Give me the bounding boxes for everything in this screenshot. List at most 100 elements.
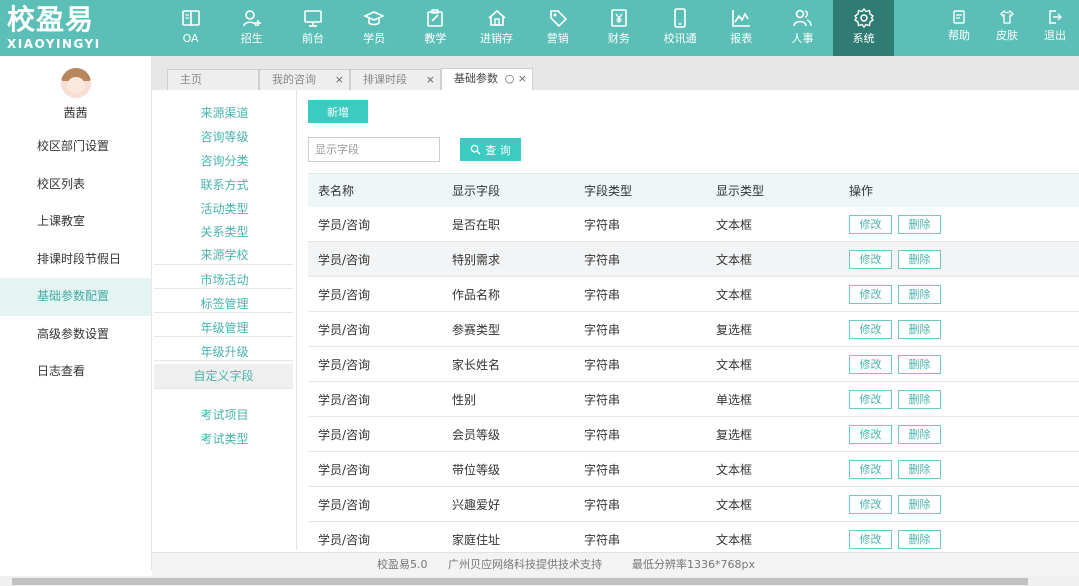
nav-item-label: 招生 xyxy=(240,32,263,45)
sidebar: 茜茜 校区部门设置 校区列表 上课教室 排课时段节假日 基础参数配置 高级参数设置 日志查看 xyxy=(0,56,152,570)
table-cell: 学员/咨询 xyxy=(318,322,371,337)
nav-item-2[interactable]: 前台 xyxy=(282,0,343,56)
delete-button[interactable]: 删除 xyxy=(898,354,941,374)
submenu-item-12[interactable]: 考试项目 xyxy=(152,403,297,427)
home-icon xyxy=(488,9,506,26)
tab-3[interactable]: 基础参数 ○ × xyxy=(441,68,533,90)
tab-2[interactable]: 排课时段 × xyxy=(350,69,441,90)
delete-button[interactable]: 删除 xyxy=(898,214,941,234)
delete-button[interactable]: 删除 xyxy=(898,459,941,479)
submenu-item-1[interactable]: 咨询等级 xyxy=(152,125,297,149)
right-nav-item-2[interactable]: 退出 xyxy=(1031,0,1079,56)
sidebar-item-6[interactable]: 日志查看 xyxy=(0,353,151,391)
tab-close-icon[interactable]: × xyxy=(335,70,344,90)
submenu-item-3[interactable]: 联系方式 xyxy=(152,173,297,197)
right-nav-item-1[interactable]: 皮肤 xyxy=(983,0,1031,56)
tab-close-icon[interactable]: ○ × xyxy=(505,69,527,89)
delete-button[interactable]: 删除 xyxy=(898,494,941,514)
delete-button[interactable]: 删除 xyxy=(898,389,941,409)
delete-button[interactable]: 删除 xyxy=(898,284,941,304)
table-cell: 学员/咨询 xyxy=(318,392,371,407)
nav-item-5[interactable]: 进销存 xyxy=(466,0,527,56)
table-cell: 家庭住址 xyxy=(452,532,501,547)
book-icon xyxy=(181,10,200,26)
table-cell: 文本框 xyxy=(716,287,753,302)
edit-button[interactable]: 修改 xyxy=(849,354,892,374)
tab-0[interactable]: 主页 xyxy=(167,69,259,90)
horizontal-scrollbar[interactable] xyxy=(0,576,1079,586)
edit-button[interactable]: 修改 xyxy=(849,214,892,234)
table-cell: 性别 xyxy=(452,392,477,407)
table-cell: 学员/咨询 xyxy=(318,252,371,267)
submenu-item-4[interactable]: 活动类型 xyxy=(152,197,297,221)
edit-button[interactable]: 修改 xyxy=(849,529,892,549)
nav-item-0[interactable]: OA xyxy=(160,0,221,56)
monitor-icon xyxy=(304,10,322,27)
edit-button[interactable]: 修改 xyxy=(849,249,892,269)
logo: 校盈易 XIAOYINGYI xyxy=(0,0,160,56)
sidebar-item-1[interactable]: 校区列表 xyxy=(0,166,151,204)
submenu-item-13[interactable]: 考试类型 xyxy=(152,427,297,451)
search-input[interactable] xyxy=(308,137,440,162)
edit-button[interactable]: 修改 xyxy=(849,284,892,304)
avatar-face xyxy=(66,77,85,94)
table-cell: 字符串 xyxy=(584,532,621,547)
tag-icon xyxy=(549,10,567,28)
table-row: 学员/咨询 作品名称 字符串 文本框 修改 删除 xyxy=(308,277,1079,312)
submenu-item-5[interactable]: 关系类型 xyxy=(152,220,297,244)
submenu-divider xyxy=(154,388,293,389)
sidebar-item-2[interactable]: 上课教室 xyxy=(0,203,151,241)
row-actions: 修改 删除 xyxy=(849,249,1079,269)
nav-item-4[interactable]: 教学 xyxy=(405,0,466,56)
submenu-item-11[interactable]: 自定义字段 xyxy=(154,364,293,388)
nav-item-label: OA xyxy=(182,32,199,45)
submenu-divider xyxy=(154,312,293,313)
table-cell: 字符串 xyxy=(584,287,621,302)
nav-item-10[interactable]: 人事 xyxy=(772,0,833,56)
tab-close-icon[interactable]: × xyxy=(426,70,435,90)
edit-button[interactable]: 修改 xyxy=(849,319,892,339)
table-cell: 是否在职 xyxy=(452,217,501,232)
nav-item-1[interactable]: 招生 xyxy=(221,0,282,56)
submenu-item-0[interactable]: 来源渠道 xyxy=(152,101,297,125)
footer-support: 广州贝应网络科技提供技术支持 xyxy=(448,558,602,571)
delete-button[interactable]: 删除 xyxy=(898,529,941,549)
nav-item-7[interactable]: 财务 xyxy=(588,0,649,56)
table-cell: 学员/咨询 xyxy=(318,287,371,302)
nav-item-11[interactable]: 系统 xyxy=(833,0,895,56)
tab-1[interactable]: 我的咨询 × xyxy=(259,69,350,90)
table-cell: 字符串 xyxy=(584,252,621,267)
sidebar-item-0[interactable]: 校区部门设置 xyxy=(0,128,151,166)
delete-button[interactable]: 删除 xyxy=(898,319,941,339)
delete-button[interactable]: 删除 xyxy=(898,249,941,269)
nav-item-label: 报表 xyxy=(730,32,753,45)
submenu-item-2[interactable]: 咨询分类 xyxy=(152,149,297,173)
nav-item-label: 营销 xyxy=(546,32,569,45)
sidebar-item-4[interactable]: 基础参数配置 xyxy=(0,278,151,316)
nav-item-8[interactable]: 校讯通 xyxy=(650,0,711,56)
avatar[interactable] xyxy=(60,68,91,98)
edit-button[interactable]: 修改 xyxy=(849,389,892,409)
sidebar-item-3[interactable]: 排课时段节假日 xyxy=(0,241,151,279)
graduation-cap-icon xyxy=(363,11,386,26)
table-cell: 文本框 xyxy=(716,497,753,512)
user-plus-icon xyxy=(242,10,261,27)
add-button[interactable]: 新增 xyxy=(308,100,368,123)
clipboard-icon xyxy=(427,9,444,27)
people-icon xyxy=(793,9,813,27)
nav-item-3[interactable]: 学员 xyxy=(344,0,405,56)
table-cell: 复选框 xyxy=(716,322,753,337)
nav-item-6[interactable]: 营销 xyxy=(527,0,588,56)
yen-icon xyxy=(611,9,627,27)
sidebar-item-5[interactable]: 高级参数设置 xyxy=(0,316,151,354)
table-cell: 家长姓名 xyxy=(452,357,501,372)
nav-item-9[interactable]: 报表 xyxy=(711,0,772,56)
right-nav-item-0[interactable]: 帮助 xyxy=(935,0,983,56)
query-button[interactable]: 查 询 xyxy=(460,138,521,161)
footer-resolution: 最低分辨率1336*768px xyxy=(632,558,755,571)
edit-button[interactable]: 修改 xyxy=(849,494,892,514)
delete-button[interactable]: 删除 xyxy=(898,424,941,444)
edit-button[interactable]: 修改 xyxy=(849,459,892,479)
edit-button[interactable]: 修改 xyxy=(849,424,892,444)
scrollbar-thumb[interactable] xyxy=(12,578,1028,585)
